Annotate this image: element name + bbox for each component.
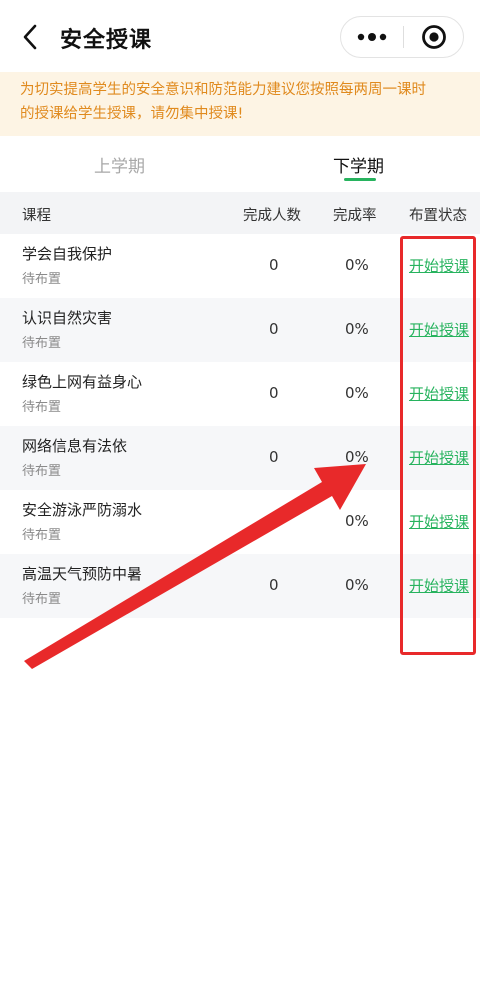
back-button[interactable] <box>14 20 48 54</box>
completed-count: 0 <box>269 320 279 338</box>
header-status: 布置状态 <box>409 208 467 224</box>
notice-banner: 为切实提高学生的安全意识和防范能力建议您按照每两周一课时 的授课给学生授课，请勿… <box>0 72 480 136</box>
header-rate: 完成率 <box>333 208 377 224</box>
completion-rate: 0% <box>345 256 369 274</box>
course-status: 待布置 <box>22 592 62 607</box>
completed-count: 0 <box>269 384 279 402</box>
more-button[interactable] <box>341 17 403 57</box>
completion-rate: 0% <box>345 576 369 594</box>
completion-rate: 0% <box>345 384 369 402</box>
course-status: 待布置 <box>22 336 62 351</box>
target-circle-icon <box>421 25 446 49</box>
course-status: 待布置 <box>22 464 62 479</box>
course-name: 绿色上网有益身心 <box>22 373 143 391</box>
notice-line-1: 为切实提高学生的安全意识和防范能力建议您按照每两周一课时 <box>20 82 426 98</box>
mini-program-capsule <box>340 16 464 58</box>
active-tab-indicator <box>344 178 376 181</box>
course-name: 高温天气预防中暑 <box>22 565 143 583</box>
notice-line-2: 的授课给学生授课，请勿集中授课! <box>20 106 244 122</box>
more-dots-icon <box>357 33 387 41</box>
course-name: 网络信息有法依 <box>22 437 128 455</box>
page-title: 安全授课 <box>60 28 153 53</box>
close-mini-program-button[interactable] <box>404 17 463 57</box>
course-name: 安全游泳严防溺水 <box>22 501 143 519</box>
table-header: 课程 完成人数 完成率 布置状态 <box>0 192 480 234</box>
completion-rate: 0% <box>345 512 369 530</box>
completion-rate: 0% <box>345 320 369 338</box>
header-course: 课程 <box>22 208 51 224</box>
tab-first-semester[interactable]: 上学期 <box>94 152 145 177</box>
completed-count: 0 <box>269 448 279 466</box>
course-name: 学会自我保护 <box>22 245 113 263</box>
completed-count: 0 <box>269 256 279 274</box>
header-count: 完成人数 <box>243 208 301 224</box>
course-name: 认识自然灾害 <box>22 309 113 327</box>
course-status: 待布置 <box>22 400 62 415</box>
tab-second-semester[interactable]: 下学期 <box>333 152 384 177</box>
course-status: 待布置 <box>22 528 62 543</box>
semester-tabs: 上学期 下学期 <box>0 140 480 190</box>
course-status: 待布置 <box>22 272 62 287</box>
completed-count: 0 <box>269 576 279 594</box>
completion-rate: 0% <box>345 448 369 466</box>
highlight-annotation-box <box>400 236 476 655</box>
chevron-left-icon <box>23 24 37 50</box>
completed-count: 0 <box>269 512 279 530</box>
nav-bar: 安全授课 <box>0 0 480 72</box>
